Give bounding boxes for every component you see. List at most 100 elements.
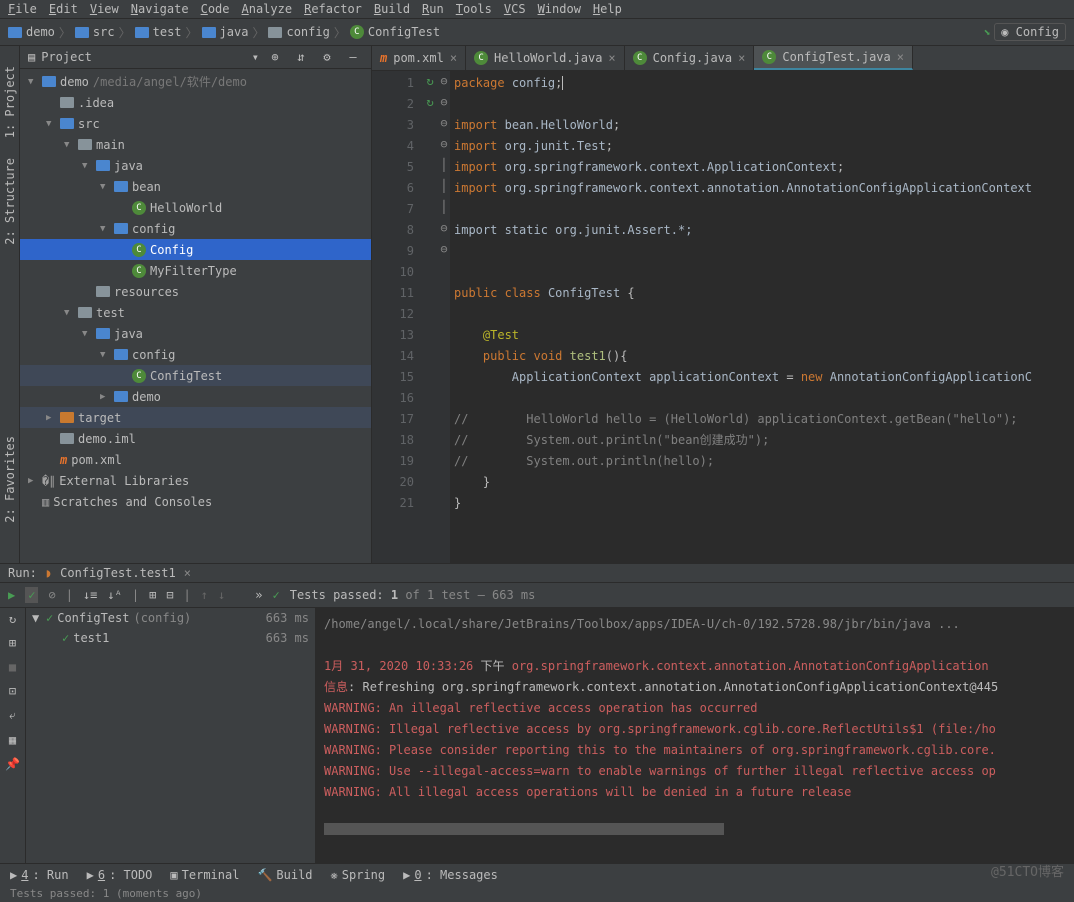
tree-item-src[interactable]: ▼src [20, 113, 371, 134]
breadcrumb-item[interactable]: CConfigTest [350, 25, 440, 39]
close-icon[interactable]: × [897, 50, 904, 64]
project-icon: ▤ [28, 50, 35, 64]
menu-view[interactable]: View [90, 2, 119, 16]
menu-window[interactable]: Window [538, 2, 581, 16]
tree-item-config[interactable]: ▼config [20, 344, 371, 365]
tree-item-java[interactable]: ▼java [20, 155, 371, 176]
tree-item-pom-xml[interactable]: mpom.xml [20, 449, 371, 470]
menu-help[interactable]: Help [593, 2, 622, 16]
menu-analyze[interactable]: Analyze [242, 2, 293, 16]
pin-icon[interactable]: 📌 [5, 757, 20, 771]
menu-code[interactable]: Code [201, 2, 230, 16]
close-icon[interactable]: × [738, 51, 745, 65]
sort-alpha-icon[interactable]: ↓ᴬ [107, 588, 121, 602]
close-icon[interactable]: × [184, 566, 191, 580]
close-icon[interactable]: × [450, 51, 457, 65]
tree-item--idea[interactable]: .idea [20, 92, 371, 113]
test-row-configtest[interactable]: ▼✓ ConfigTest (config)663 ms [26, 608, 315, 628]
test-row-test1[interactable]: ✓ test1 663 ms [26, 628, 315, 648]
rerun-icon[interactable]: ▶ [8, 588, 15, 602]
tree-item-bean[interactable]: ▼bean [20, 176, 371, 197]
code-editor[interactable]: package config; import bean.HelloWorld;i… [450, 71, 1074, 563]
menu-build[interactable]: Build [374, 2, 410, 16]
rerun-failed-icon[interactable]: ↻ [9, 612, 16, 626]
tests-passed-check-icon: ✓ [272, 588, 279, 602]
console-output[interactable]: /home/angel/.local/share/JetBrains/Toolb… [316, 608, 1074, 863]
tree-item-config[interactable]: CConfig [20, 239, 371, 260]
fold-gutter[interactable]: ⊖⊖⊖⊖│││⊖⊖ [438, 71, 450, 563]
structure-tool-tab[interactable]: 2: Structure [3, 158, 17, 245]
locate-icon[interactable]: ⊕ [265, 50, 285, 64]
project-title: Project [41, 50, 246, 64]
run-config[interactable]: ◉ Config [994, 23, 1066, 41]
editor-tab-configtest-java[interactable]: CConfigTest.java× [754, 46, 913, 70]
tree-item-target[interactable]: ▶target [20, 407, 371, 428]
breadcrumb-item[interactable]: config [268, 25, 329, 39]
breadcrumb-item[interactable]: test [135, 25, 182, 39]
test-tree[interactable]: ▼✓ ConfigTest (config)663 ms✓ test1 663 … [26, 608, 316, 863]
menu-run[interactable]: Run [422, 2, 444, 16]
status-item[interactable]: ▶ 4: Run [10, 868, 69, 882]
export-icon[interactable]: ⊡ [9, 684, 16, 698]
import-icon[interactable]: ⤶ [9, 708, 16, 723]
breadcrumb-item[interactable]: java [202, 25, 249, 39]
menu-vcs[interactable]: VCS [504, 2, 526, 16]
editor-tab-config-java[interactable]: CConfig.java× [625, 46, 755, 70]
gear-icon[interactable]: ⚙ [317, 50, 337, 64]
stop-icon[interactable]: ■ [9, 660, 16, 674]
editor-tab-helloworld-java[interactable]: CHelloWorld.java× [466, 46, 625, 70]
menu-refactor[interactable]: Refactor [304, 2, 362, 16]
run-title: Run: [8, 566, 37, 580]
toggle-icon[interactable]: ⊞ [9, 636, 16, 650]
watermark: @51CTO博客 [991, 861, 1064, 880]
status-item[interactable]: ▣Terminal [170, 868, 239, 882]
breadcrumb-item[interactable]: demo [8, 25, 55, 39]
dropdown-icon[interactable]: ▾ [252, 50, 259, 64]
tree-item-demo-iml[interactable]: demo.iml [20, 428, 371, 449]
tree-item-demo[interactable]: ▶demo [20, 386, 371, 407]
collapse-icon[interactable]: ⇵ [291, 50, 311, 64]
tree-item-scratches-and-consoles[interactable]: ▥Scratches and Consoles [20, 491, 371, 512]
expand-icon[interactable]: ⊞ [149, 588, 156, 602]
status-item[interactable]: ▶ 0: Messages [403, 868, 498, 882]
tree-item-configtest[interactable]: CConfigTest [20, 365, 371, 386]
favorites-tool-tab[interactable]: 2: Favorites [3, 436, 17, 523]
editor-tabs: mpom.xml×CHelloWorld.java×CConfig.java×C… [372, 46, 1074, 71]
tree-item-java[interactable]: ▼java [20, 323, 371, 344]
menu-navigate[interactable]: Navigate [131, 2, 189, 16]
tree-item-myfiltertype[interactable]: CMyFilterType [20, 260, 371, 281]
project-tool-tab[interactable]: 1: Project [3, 66, 17, 138]
layout-icon[interactable]: ▦ [9, 733, 16, 747]
up-icon[interactable]: ↑ [201, 588, 208, 602]
tree-item-main[interactable]: ▼main [20, 134, 371, 155]
hide-icon[interactable]: — [343, 50, 363, 64]
status-item[interactable]: ❋Spring [331, 868, 386, 882]
tree-item-helloworld[interactable]: CHelloWorld [20, 197, 371, 218]
close-icon[interactable]: × [608, 51, 615, 65]
tree-item-external-libraries[interactable]: ▶�∥External Libraries [20, 470, 371, 491]
line-numbers: 123456789101112131415161718192021 [372, 71, 422, 563]
tree-item-test[interactable]: ▼test [20, 302, 371, 323]
status-item[interactable]: ▶ 6: TODO [87, 868, 153, 882]
show-ignored-icon[interactable]: ⊘ [48, 588, 55, 602]
editor-tab-pom-xml[interactable]: mpom.xml× [372, 46, 466, 70]
menu-edit[interactable]: Edit [49, 2, 78, 16]
run-toolbar: ▶ ✓ ⊘ | ↓≡ ↓ᴬ | ⊞ ⊟ | ↑ ↓ » ✓ Tests pass… [0, 583, 1074, 608]
status-item[interactable]: 🔨Build [257, 868, 312, 882]
menu-file[interactable]: File [8, 2, 37, 16]
down-icon[interactable]: ↓ [218, 588, 225, 602]
run-side-toolbar: ↻ ⊞ ■ ⊡ ⤶ ▦ 📌 [0, 608, 26, 863]
hammer-icon[interactable]: ⬊ [983, 25, 990, 39]
tree-item-demo[interactable]: ▼demo /media/angel/软件/demo [20, 71, 371, 92]
collapse-icon[interactable]: ⊟ [166, 588, 173, 602]
sort-icon[interactable]: ↓≡ [83, 588, 97, 602]
project-tree[interactable]: ▼demo /media/angel/软件/demo.idea▼src▼main… [20, 69, 371, 563]
project-panel: ▤ Project ▾ ⊕ ⇵ ⚙ — ▼demo /media/angel/软… [20, 46, 372, 563]
tree-item-resources[interactable]: resources [20, 281, 371, 302]
run-header: Run: ◗ ConfigTest.test1 × [0, 564, 1074, 583]
tree-item-config[interactable]: ▼config [20, 218, 371, 239]
breadcrumb-item[interactable]: src [75, 25, 115, 39]
show-passed-icon[interactable]: ✓ [25, 587, 38, 603]
menu-tools[interactable]: Tools [456, 2, 492, 16]
editor-area: mpom.xml×CHelloWorld.java×CConfig.java×C… [372, 46, 1074, 563]
